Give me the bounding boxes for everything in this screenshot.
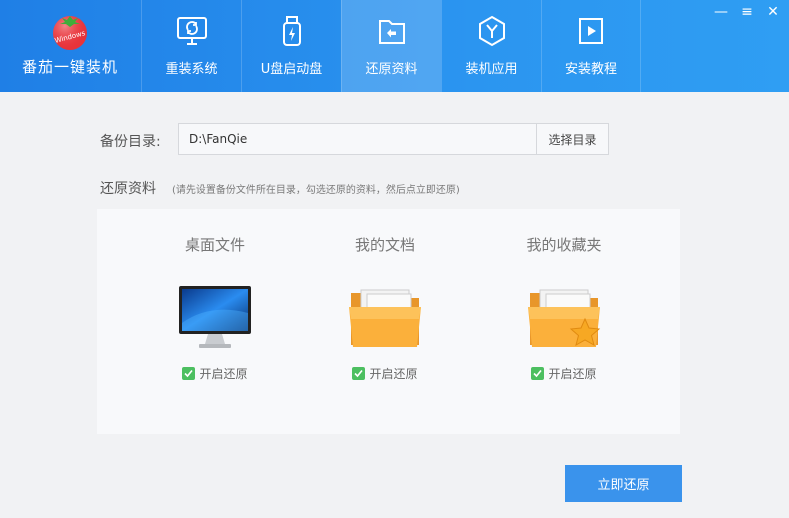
desktop-monitor-icon: [179, 286, 251, 348]
minimize-button[interactable]: —: [713, 4, 729, 20]
book-play-icon: [579, 18, 603, 44]
documents-restore-checkbox[interactable]: 开启还原: [352, 365, 418, 382]
app-header: Windows 番茄一键装机 重装系统 U盘启动盘 还原资料 装机应用 安装教程…: [0, 0, 789, 92]
restore-now-button[interactable]: 立即还原: [565, 465, 682, 502]
item-title: 我的文档: [354, 236, 415, 254]
restore-section-hint: (请先设置备份文件所在目录，勾选还原的资料，然后点立即还原): [172, 185, 460, 196]
documents-folder-icon: [349, 289, 421, 347]
checkbox-checked-icon: [352, 367, 366, 380]
checkbox-label: 开启还原: [548, 367, 597, 381]
tomato-logo-icon: Windows: [53, 16, 87, 50]
restore-item-documents: 我的文档 开启还原: [295, 209, 475, 382]
checkbox-checked-icon: [531, 367, 545, 380]
app-y-icon: [478, 15, 505, 47]
monitor-refresh-icon: [176, 17, 207, 45]
menu-button[interactable]: ≡: [739, 4, 755, 20]
checkbox-label: 开启还原: [369, 367, 418, 381]
tab-restore-data[interactable]: 还原资料: [341, 0, 441, 92]
tab-label: 装机应用: [465, 62, 518, 77]
window-controls: — ≡ ✕: [713, 4, 781, 20]
restore-items-panel: 桌面文件 开启还原 我的文档 开启还原 我的收藏夹 开启还原: [97, 209, 680, 434]
backup-path-input[interactable]: [179, 124, 536, 154]
choose-dir-button[interactable]: 选择目录: [536, 124, 608, 154]
tab-install-tutorial[interactable]: 安装教程: [541, 0, 641, 92]
desktop-restore-checkbox[interactable]: 开启还原: [182, 365, 248, 382]
tab-install-apps[interactable]: 装机应用: [441, 0, 541, 92]
favorites-restore-checkbox[interactable]: 开启还原: [531, 365, 597, 382]
favorites-folder-icon: [528, 289, 601, 347]
close-button[interactable]: ✕: [765, 4, 781, 20]
restore-item-desktop: 桌面文件 开启还原: [125, 209, 305, 382]
tab-label: 还原资料: [365, 62, 418, 77]
usb-bolt-icon: [282, 16, 301, 46]
tab-label: U盘启动盘: [260, 62, 323, 77]
brand: Windows 番茄一键装机: [0, 0, 140, 92]
restore-item-favorites: 我的收藏夹 开启还原: [474, 209, 654, 382]
item-title: 桌面文件: [184, 236, 245, 254]
tab-label: 安装教程: [564, 62, 617, 77]
app-name: 番茄一键装机: [21, 58, 118, 76]
tab-reinstall-system[interactable]: 重装系统: [141, 0, 241, 92]
backup-dir-field: 选择目录: [178, 123, 609, 155]
restore-section-title: 还原资料: [100, 181, 156, 197]
checkbox-checked-icon: [182, 367, 196, 380]
checkbox-label: 开启还原: [199, 367, 248, 381]
backup-dir-label: 备份目录:: [100, 134, 161, 150]
item-title: 我的收藏夹: [526, 236, 602, 254]
main-nav-tabs: 重装系统 U盘启动盘 还原资料 装机应用 安装教程: [141, 0, 641, 92]
tab-label: 重装系统: [165, 62, 218, 77]
folder-undo-icon: [378, 20, 405, 44]
tab-usb-boot[interactable]: U盘启动盘: [241, 0, 341, 92]
